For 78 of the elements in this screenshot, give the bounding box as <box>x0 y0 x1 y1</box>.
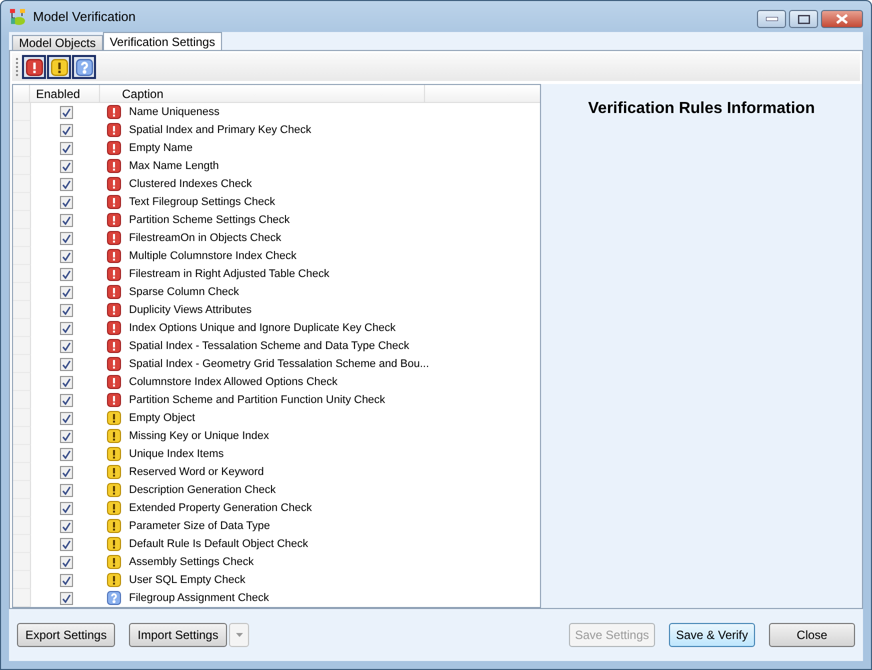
app-icon <box>9 8 27 26</box>
checkbox[interactable] <box>60 574 72 586</box>
checkbox[interactable] <box>60 340 72 352</box>
rule-caption: Extended Property Generation Check <box>128 502 312 514</box>
window-title: Model Verification <box>33 9 137 24</box>
rule-caption: Missing Key or Unique Index <box>128 430 270 442</box>
checkbox[interactable] <box>60 448 72 460</box>
tab[interactable]: Verification Settings <box>102 32 222 50</box>
rule-caption: Clustered Indexes Check <box>128 178 252 190</box>
rule-caption: Spatial Index - Tessalation Scheme and Data Type Check <box>128 340 410 352</box>
column-header: Enabled <box>36 86 80 100</box>
rule-caption: Spatial Index and Primary Key Check <box>128 124 312 136</box>
rule-caption: Sparse Column Check <box>128 286 240 298</box>
checkbox[interactable] <box>60 124 72 136</box>
rule-caption: Filestream in Right Adjusted Table Check <box>128 268 330 280</box>
checkbox[interactable] <box>60 250 72 262</box>
rule-caption: Filegroup Assignment Check <box>128 592 270 604</box>
rule-caption: Reserved Word or Keyword <box>128 466 264 478</box>
button[interactable]: Save & Verify <box>669 623 755 647</box>
checkbox[interactable] <box>60 196 72 208</box>
checkbox[interactable] <box>60 466 72 478</box>
rule-caption: Default Rule Is Default Object Check <box>128 538 308 550</box>
checkbox[interactable] <box>60 376 72 388</box>
button[interactable]: Close <box>769 623 855 647</box>
rule-caption: Assembly Settings Check <box>128 556 254 568</box>
checkbox[interactable] <box>60 142 72 154</box>
minimize-icon <box>766 17 778 21</box>
rule-caption: Text Filegroup Settings Check <box>128 196 276 208</box>
rule-caption: User SQL Empty Check <box>128 574 246 586</box>
checkbox[interactable] <box>60 304 72 316</box>
column-header: Caption <box>122 86 164 100</box>
checkbox[interactable] <box>60 106 72 118</box>
caret-icon <box>236 633 242 637</box>
checkbox[interactable] <box>60 322 72 334</box>
checkbox[interactable] <box>60 412 72 424</box>
maximize-icon <box>798 14 810 24</box>
checkbox[interactable] <box>60 538 72 550</box>
checkbox[interactable] <box>60 286 72 298</box>
checkbox[interactable] <box>60 556 72 568</box>
button[interactable]: Import Settings <box>129 623 227 647</box>
rule-caption: Index Options Unique and Ignore Duplicate Key Check <box>128 322 396 334</box>
rule-caption: Empty Object <box>128 412 196 424</box>
rule-caption: Spatial Index - Geometry Grid Tessalation Scheme and Bou... <box>128 358 430 370</box>
maximize-button[interactable] <box>789 10 818 28</box>
rule-caption: FilestreamOn in Objects Check <box>128 232 282 244</box>
checkbox[interactable] <box>60 430 72 442</box>
rule-caption: Empty Name <box>128 142 193 154</box>
checkbox[interactable] <box>60 232 72 244</box>
rule-caption: Max Name Length <box>128 160 219 172</box>
checkbox[interactable] <box>60 592 72 604</box>
rule-caption: Duplicity Views Attributes <box>128 304 252 316</box>
rule-caption: Description Generation Check <box>128 484 276 496</box>
checkbox[interactable] <box>60 178 72 190</box>
checkbox[interactable] <box>60 214 72 226</box>
minimize-button[interactable] <box>757 10 786 28</box>
checkbox[interactable] <box>60 268 72 280</box>
checkbox[interactable] <box>60 394 72 406</box>
checkbox[interactable] <box>60 502 72 514</box>
checkbox[interactable] <box>60 358 72 370</box>
rule-caption: Columnstore Index Allowed Options Check <box>128 376 338 388</box>
button[interactable]: Export Settings <box>17 623 115 647</box>
rule-caption: Multiple Columnstore Index Check <box>128 250 297 262</box>
checkbox[interactable] <box>60 520 72 532</box>
rule-caption: Parameter Size of Data Type <box>128 520 270 532</box>
checkbox[interactable] <box>60 484 72 496</box>
filter-button[interactable] <box>22 55 46 79</box>
rule-caption: Name Uniqueness <box>128 106 220 118</box>
rule-caption: Unique Index Items <box>128 448 224 460</box>
close-button[interactable] <box>821 10 863 28</box>
checkbox[interactable] <box>60 160 72 172</box>
filter-button[interactable] <box>47 55 71 79</box>
dropdown-button[interactable] <box>229 623 249 647</box>
rule-caption: Partition Scheme and Partition Function Unity Check <box>128 394 386 406</box>
close-icon <box>836 14 848 24</box>
filter-button[interactable] <box>72 55 96 79</box>
info-title: Verification Rules Information <box>588 100 815 119</box>
tab[interactable]: Model Objects <box>12 35 103 50</box>
rule-caption: Partition Scheme Settings Check <box>128 214 290 226</box>
